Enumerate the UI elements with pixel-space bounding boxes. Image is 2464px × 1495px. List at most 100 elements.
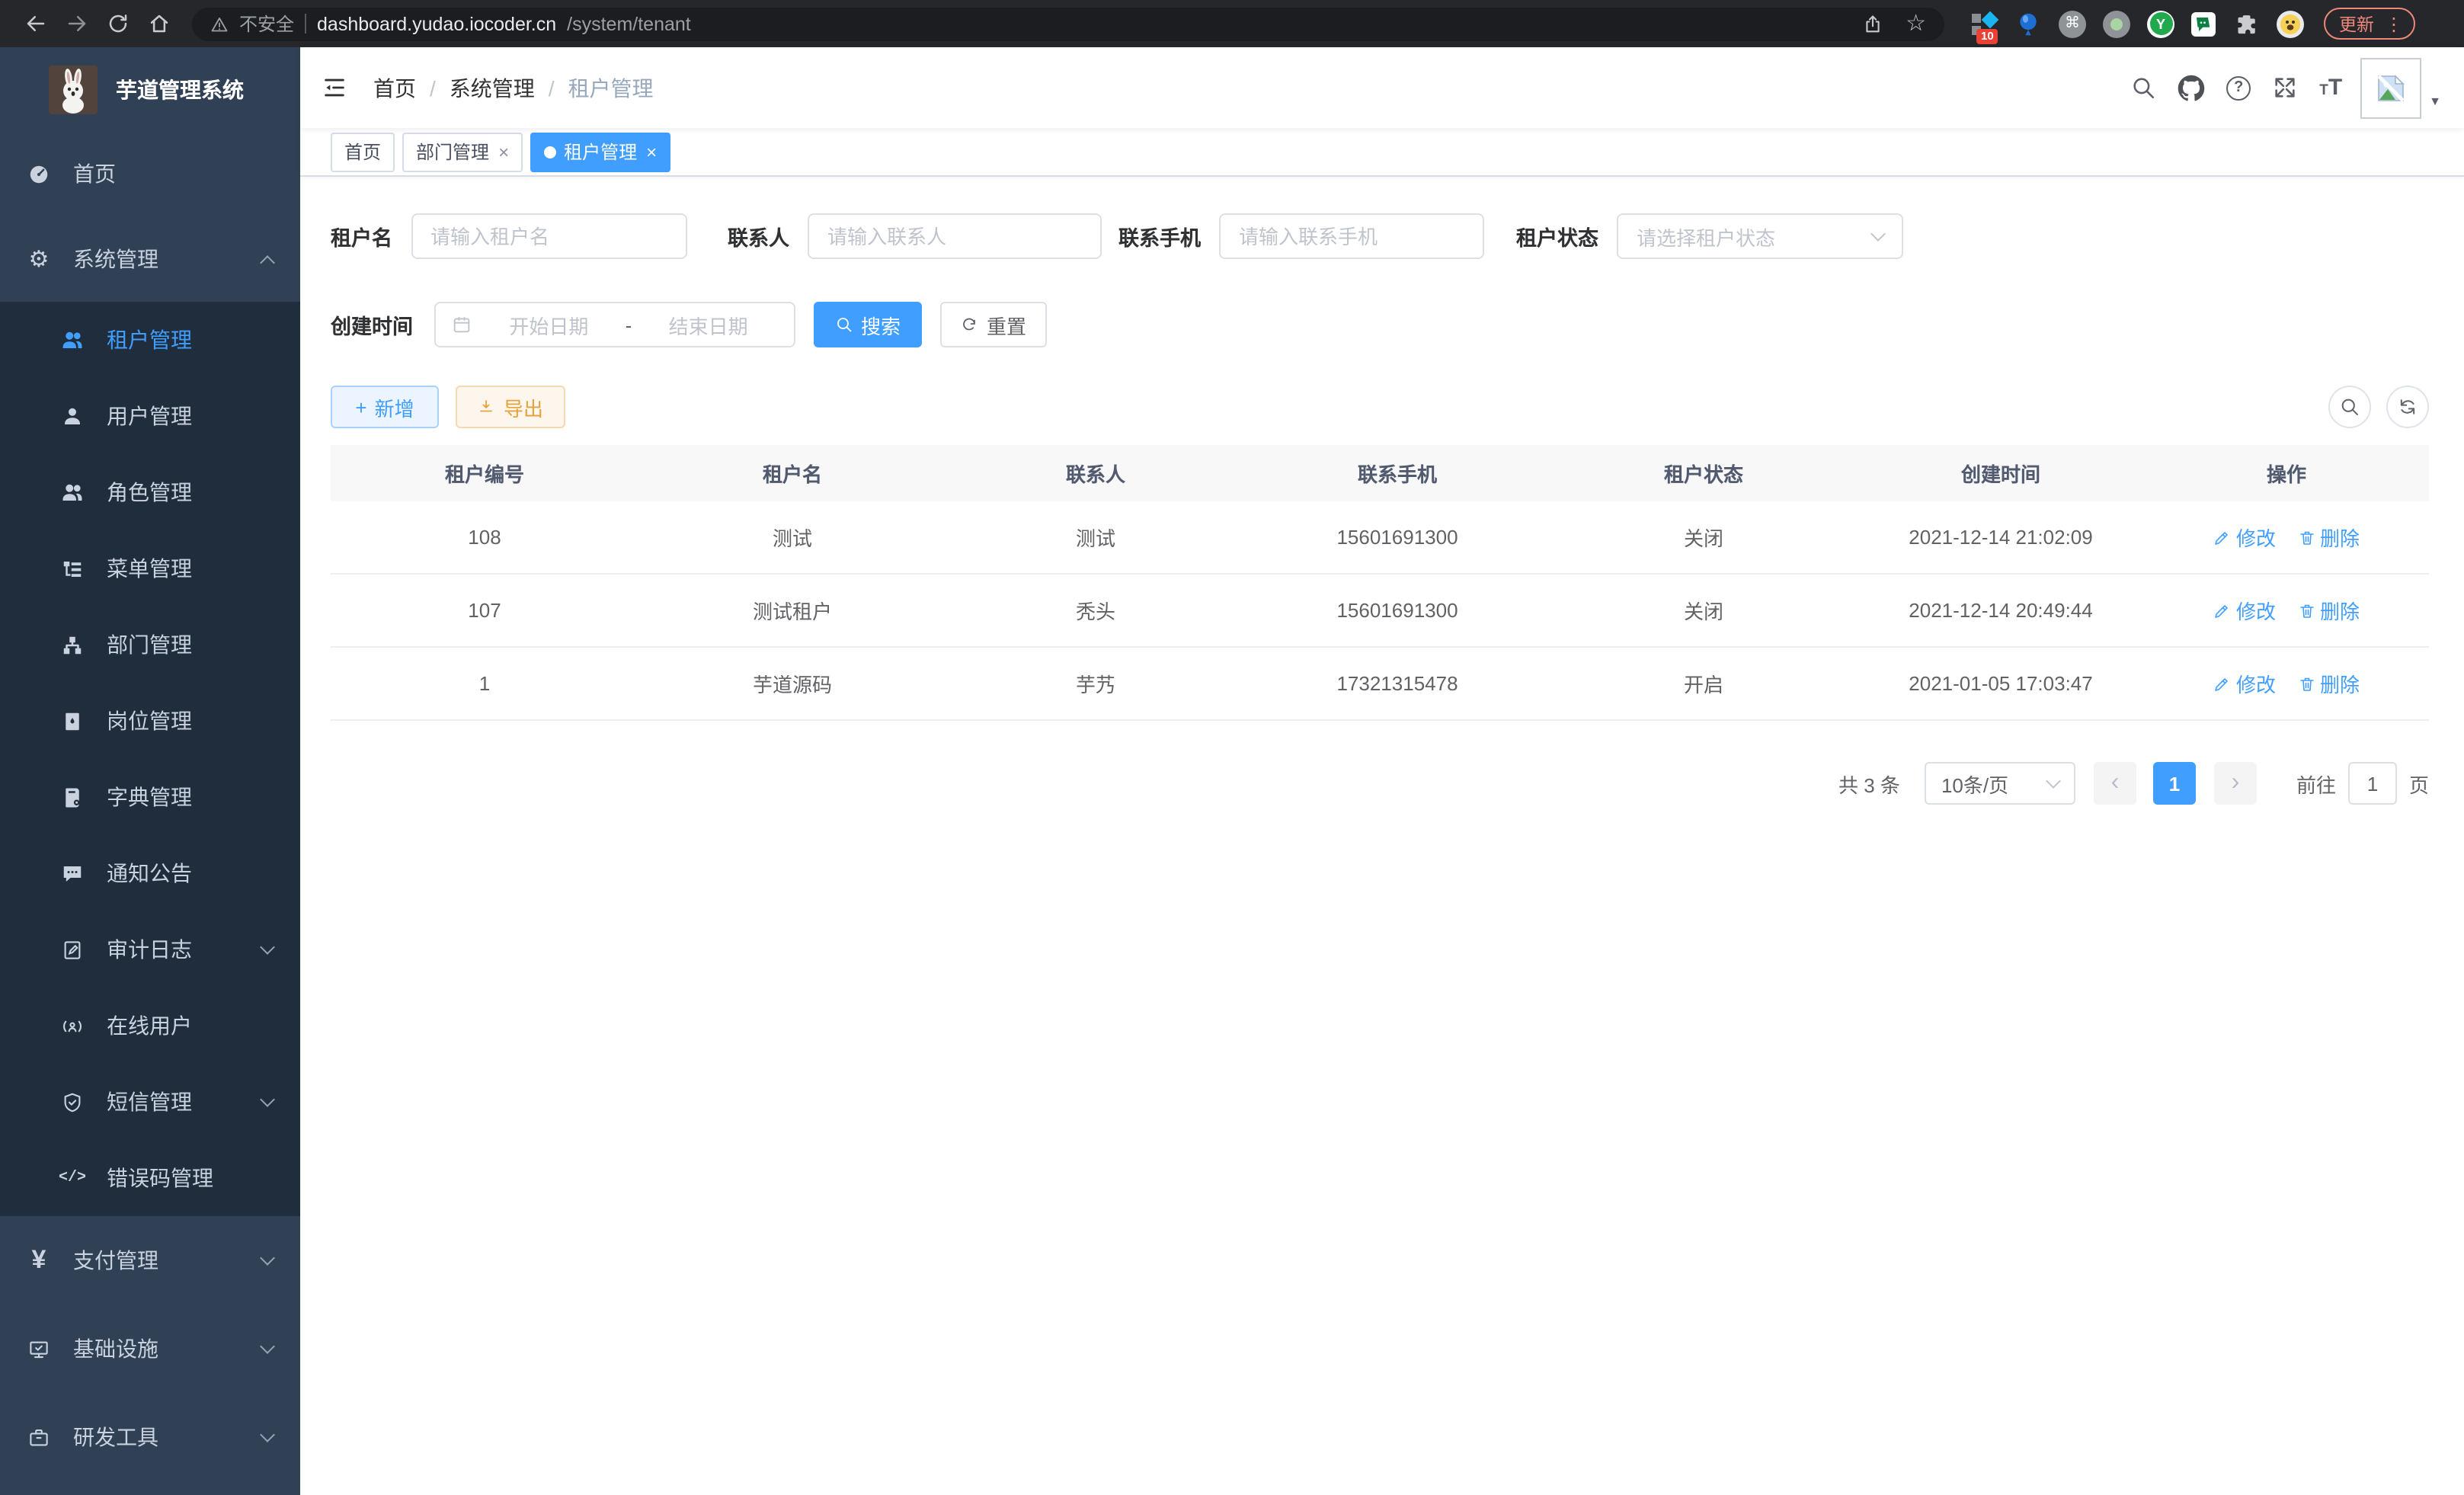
table-row: 107 测试租户 秃头 15601691300 关闭 2021-12-14 20… [331, 575, 2429, 648]
browser-reload-icon[interactable] [98, 5, 139, 42]
broken-image-icon [2376, 72, 2406, 103]
date-end-placeholder[interactable]: 结束日期 [638, 310, 779, 339]
sidebar-item-sms[interactable]: 短信管理 [0, 1064, 300, 1140]
page-content: 租户名 联系人 联系手机 租户状态 请选择租户状态 创建时间 [300, 177, 2464, 1495]
reset-button[interactable]: 重置 [940, 302, 1047, 347]
edit-link[interactable]: 修改 [2213, 523, 2276, 552]
avatar[interactable] [2360, 57, 2421, 118]
user-icon [59, 405, 85, 427]
active-dot [544, 146, 556, 158]
status-select-placeholder: 请选择租户状态 [1637, 222, 1775, 251]
trash-icon [2297, 601, 2315, 619]
search-icon [835, 315, 853, 334]
extensions-puzzle-icon[interactable] [2232, 10, 2260, 37]
sidebar-item-home[interactable]: 首页 [0, 131, 300, 216]
sidebar-item-error-code[interactable]: </> 错误码管理 [0, 1140, 300, 1216]
security-warning-icon [210, 14, 229, 33]
font-size-icon[interactable]: TT [2319, 75, 2342, 101]
current-page-button[interactable]: 1 [2153, 762, 2196, 805]
breadcrumb-current: 租户管理 [568, 72, 654, 103]
extension-balloon-icon[interactable] [2014, 10, 2042, 37]
delete-link[interactable]: 删除 [2297, 669, 2360, 698]
delete-link[interactable]: 删除 [2297, 596, 2360, 625]
close-icon[interactable]: × [498, 142, 509, 161]
help-icon[interactable]: ? [2226, 75, 2251, 100]
chevron-down-icon [260, 939, 275, 954]
toggle-search-button[interactable] [2328, 386, 2371, 428]
goto-page-input[interactable] [2348, 762, 2397, 805]
sidebar-item-user[interactable]: 用户管理 [0, 378, 300, 454]
breadcrumb-home[interactable]: 首页 [373, 72, 416, 103]
sidebar-item-pay[interactable]: ¥ 支付管理 [0, 1216, 300, 1305]
sidebar-logo[interactable]: 芋道管理系统 [0, 47, 300, 131]
extension-y-icon[interactable]: Y [2147, 10, 2174, 37]
contact-input[interactable] [808, 213, 1102, 259]
tab-home[interactable]: 首页 [331, 132, 395, 171]
dashboard-icon [26, 162, 52, 185]
sidebar-item-system[interactable]: ⚙ 系统管理 [0, 216, 300, 302]
bookmark-star-icon[interactable]: ☆ [1906, 12, 1926, 35]
sidebar-item-online-user[interactable]: 在线用户 [0, 988, 300, 1064]
extension-tag-icon[interactable]: 10 [1970, 10, 1998, 37]
status-select[interactable]: 请选择租户状态 [1617, 213, 1903, 259]
fullscreen-icon[interactable] [2272, 75, 2298, 101]
edit-link[interactable]: 修改 [2213, 669, 2276, 698]
sidebar-item-audit-log[interactable]: 审计日志 [0, 911, 300, 988]
badge-icon [59, 709, 85, 732]
sidebar-item-role[interactable]: 角色管理 [0, 454, 300, 530]
log-edit-icon [59, 938, 85, 961]
sidebar-item-infra[interactable]: 基础设施 [0, 1305, 300, 1393]
sidebar-collapse-icon[interactable] [322, 75, 347, 101]
sidebar-item-post[interactable]: 岗位管理 [0, 683, 300, 759]
sidebar-item-menu[interactable]: 菜单管理 [0, 530, 300, 607]
search-button[interactable]: 搜索 [814, 302, 922, 347]
close-icon[interactable]: × [646, 142, 657, 161]
tree-list-icon [59, 557, 85, 580]
add-button[interactable]: + 新增 [331, 386, 439, 428]
address-bar[interactable]: 不安全 dashboard.yudao.iocoder.cn/system/te… [192, 7, 1944, 40]
prev-page-button[interactable]: ‹ [2094, 762, 2136, 805]
breadcrumb-system[interactable]: 系统管理 [450, 72, 535, 103]
filter-row-2: 创建时间 开始日期 - 结束日期 搜索 重置 [331, 302, 2429, 347]
next-page-button[interactable]: › [2214, 762, 2257, 805]
delete-link[interactable]: 删除 [2297, 523, 2360, 552]
sidebar-item-dev-tool[interactable]: 研发工具 [0, 1393, 300, 1481]
extension-badge: 10 [1976, 29, 1998, 43]
browser-forward-icon[interactable] [56, 5, 98, 42]
monitor-icon [26, 1337, 52, 1360]
extension-command-icon[interactable]: ⌘ [2059, 10, 2086, 37]
created-label: 创建时间 [331, 309, 413, 340]
chrome-update-button[interactable]: 更新 ⋮ [2324, 8, 2415, 40]
share-icon[interactable] [1861, 13, 1883, 34]
search-icon[interactable] [2130, 75, 2156, 101]
browser-back-icon[interactable] [15, 5, 56, 42]
url-path: /system/tenant [567, 13, 691, 34]
extension-chat-icon[interactable] [2191, 11, 2216, 36]
tab-dept[interactable]: 部门管理 × [402, 132, 523, 171]
github-icon[interactable] [2178, 74, 2205, 101]
export-button[interactable]: 导出 [456, 386, 565, 428]
tenant-name-input[interactable] [411, 213, 686, 259]
page-size-select[interactable]: 10条/页 [1925, 762, 2075, 805]
edit-link[interactable]: 修改 [2213, 596, 2276, 625]
sidebar-item-dept[interactable]: 部门管理 [0, 607, 300, 683]
browser-menu-icon[interactable]: ⋮ [2385, 13, 2403, 34]
profile-avatar-icon[interactable] [2277, 10, 2304, 37]
refresh-table-button[interactable] [2386, 386, 2429, 428]
date-start-placeholder[interactable]: 开始日期 [478, 310, 619, 339]
extension-recorder-icon[interactable] [2103, 10, 2130, 37]
date-range-picker[interactable]: 开始日期 - 结束日期 [434, 302, 795, 347]
browser-home-icon[interactable] [139, 5, 180, 42]
total-count: 共 3 条 [1838, 769, 1900, 798]
status-value: 开启 [1550, 669, 1858, 698]
avatar-caret-icon[interactable]: ▼ [2429, 94, 2441, 108]
user-group-icon [59, 481, 85, 504]
refresh-icon [961, 315, 979, 334]
sidebar-item-notice[interactable]: 通知公告 [0, 835, 300, 911]
sidebar-item-tenant[interactable]: 租户管理 [0, 302, 300, 378]
col-actions: 操作 [2144, 459, 2429, 488]
phone-input[interactable] [1219, 213, 1484, 259]
sidebar-item-dict[interactable]: 字典管理 [0, 759, 300, 835]
tags-view: 首页 部门管理 × 租户管理 × [300, 128, 2464, 177]
tab-tenant[interactable]: 租户管理 × [530, 132, 670, 171]
